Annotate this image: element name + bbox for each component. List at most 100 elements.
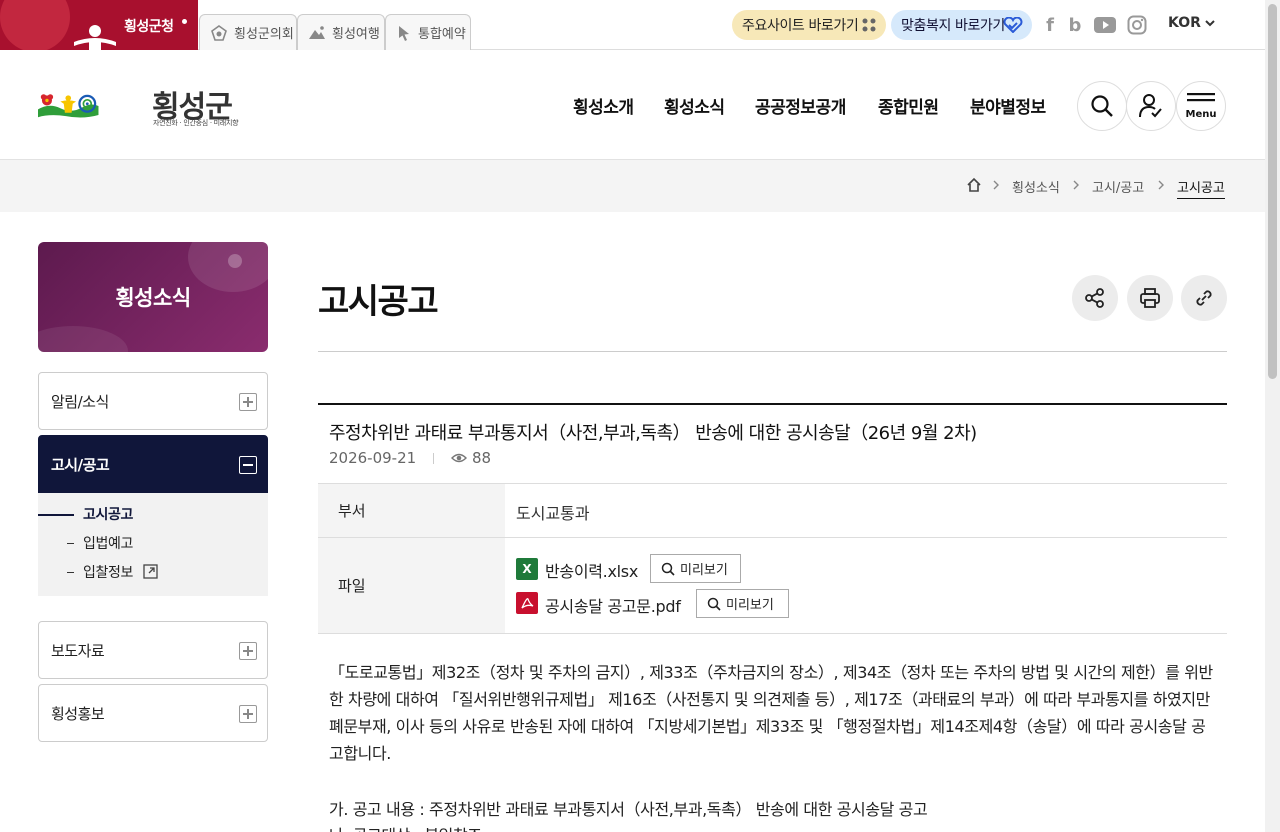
sidebar-item-notice[interactable]: 알림/소식 — [38, 372, 268, 430]
excel-file-icon: X — [516, 558, 538, 580]
breadcrumb-item[interactable]: 횡성소식 — [1012, 177, 1060, 196]
dot-icon — [182, 19, 187, 24]
active-indicator — [38, 514, 74, 516]
view-count: 88 — [472, 449, 492, 467]
post-body: 「도로교통법」제32조（정차 및 주차의 금지）, 제33조（주차금지의 장소）… — [329, 663, 1213, 763]
sidebar-submenu — [38, 493, 268, 596]
major-sites-button[interactable]: 주요사이트 바로가기 — [732, 10, 886, 40]
file-link-pdf[interactable]: 공시송달 공고문.pdf — [545, 593, 681, 617]
search-icon — [707, 597, 721, 611]
heart-check-icon — [1003, 17, 1023, 33]
preview-label: 미리보기 — [726, 598, 774, 613]
eye-icon — [451, 453, 467, 463]
nav-item-field-info[interactable]: 분야별정보 — [970, 93, 1046, 118]
chevron-right-icon — [1158, 180, 1164, 190]
sidebar-item-label: 횡성홍보 — [51, 704, 105, 723]
sidebar-item-promotion[interactable]: 횡성홍보 — [38, 684, 268, 742]
sidebar-item-announcement[interactable]: 고시/공고 — [38, 435, 268, 493]
site-tab-council[interactable]: 횡성군의회 — [199, 14, 297, 50]
copy-link-button[interactable] — [1181, 275, 1227, 321]
site-tab-travel[interactable]: 횡성여행 — [297, 14, 385, 50]
external-link-icon — [143, 564, 158, 579]
file-label: 파일 — [318, 538, 505, 633]
search-icon — [1091, 95, 1113, 117]
board-top-border — [318, 403, 1227, 405]
language-selector[interactable]: KOR — [1168, 15, 1201, 31]
post-item-b: 나. 공고대상 : 붙임참조 — [329, 822, 482, 832]
dash — [67, 543, 74, 544]
pdf-file-icon — [516, 592, 538, 614]
scrollbar-thumb[interactable] — [1268, 4, 1277, 379]
print-button[interactable] — [1127, 275, 1173, 321]
site-tab-reservation[interactable]: 통합예약 — [385, 14, 471, 50]
home-icon[interactable] — [966, 177, 982, 193]
share-button[interactable] — [1072, 275, 1118, 321]
sidebar-item-label: 고시/공고 — [51, 455, 110, 474]
breadcrumb-current[interactable]: 고시공고 — [1177, 177, 1225, 199]
nav-item-public-info[interactable]: 공공정보공개 — [755, 93, 846, 118]
sidebar-item-label: 보도자료 — [51, 641, 105, 660]
file-link-xlsx[interactable]: 반송이력.xlsx — [545, 558, 638, 582]
divider — [318, 633, 1227, 634]
blog-icon[interactable]: b — [1064, 14, 1086, 36]
mountain-icon — [309, 25, 325, 39]
flower-decoration — [0, 0, 70, 50]
nav-item-civil-service[interactable]: 종합민원 — [878, 93, 939, 118]
expand-icon[interactable] — [239, 642, 257, 660]
chevron-down-icon[interactable] — [1205, 18, 1215, 28]
dept-label: 부서 — [318, 484, 505, 537]
council-icon — [211, 24, 227, 41]
user-check-icon — [1139, 94, 1162, 118]
dash — [67, 572, 74, 573]
all-menu-button[interactable]: Menu — [1176, 81, 1226, 131]
expand-icon[interactable] — [239, 705, 257, 723]
top-bar: 횡성군청 횡성군의회 횡성여행 통합예약 주요사이트 바로가기 맞춤복지 바로가… — [0, 0, 1265, 50]
grid-dots-icon — [862, 18, 876, 32]
divider — [318, 351, 1227, 352]
preview-button-pdf[interactable]: 미리보기 — [696, 589, 789, 618]
facebook-icon[interactable]: f — [1039, 14, 1061, 36]
site-tab-label: 통합예약 — [418, 27, 466, 42]
print-icon — [1140, 288, 1160, 308]
sidebar-title: 횡성소식 — [115, 286, 191, 310]
post-date: 2026-09-21 — [329, 449, 417, 467]
welfare-label: 맞춤복지 바로가기 — [901, 18, 1005, 34]
chevron-right-icon — [1073, 180, 1079, 190]
site-tab-label: 횡성여행 — [332, 27, 380, 42]
sidebar-item-label: 알림/소식 — [51, 392, 109, 411]
sidebar-title-banner: 횡성소식 — [38, 242, 268, 352]
sidebar-sub-item-announcement[interactable]: 고시공고 — [83, 504, 133, 524]
site-tab-label: 횡성군의회 — [234, 27, 294, 42]
site-tab-main-label: 횡성군청 — [124, 19, 174, 35]
nav-item-news[interactable]: 횡성소식 — [664, 93, 725, 118]
chevron-right-icon — [993, 180, 999, 190]
page-title: 고시공고 — [318, 282, 439, 322]
sidebar-sub-item-legislation[interactable]: 입법예고 — [83, 533, 133, 553]
sidebar-sub-item-bidding[interactable]: 입찰정보 — [83, 562, 133, 582]
welfare-button[interactable]: 맞춤복지 바로가기 — [891, 10, 1032, 40]
hamburger-icon — [1187, 92, 1215, 101]
mascot-figure-icon — [74, 25, 116, 50]
login-button[interactable] — [1126, 81, 1176, 131]
preview-button-xlsx[interactable]: 미리보기 — [650, 554, 741, 583]
sidebar-item-press[interactable]: 보도자료 — [38, 621, 268, 679]
youtube-icon[interactable] — [1094, 14, 1116, 36]
nav-item-about[interactable]: 횡성소개 — [573, 93, 634, 118]
menu-label: Menu — [1185, 108, 1217, 120]
search-icon — [661, 562, 675, 576]
divider — [433, 453, 434, 464]
preview-label: 미리보기 — [680, 563, 728, 578]
share-icon — [1085, 288, 1104, 308]
instagram-icon[interactable] — [1126, 14, 1148, 36]
collapse-icon[interactable] — [239, 456, 257, 474]
dept-value: 도시교통과 — [516, 504, 590, 523]
post-item-a: 가. 공고 내용 : 주정차위반 과태료 부과통지서（사전,부과,독촉） 반송에… — [329, 800, 928, 819]
expand-icon[interactable] — [239, 393, 257, 411]
major-sites-label: 주요사이트 바로가기 — [742, 18, 859, 34]
logo-emblem[interactable] — [38, 82, 150, 130]
search-button[interactable] — [1077, 81, 1127, 131]
breadcrumb-item[interactable]: 고시/공고 — [1092, 177, 1144, 196]
site-tab-main[interactable]: 횡성군청 — [0, 0, 198, 50]
post-title: 주정차위반 과태료 부과통지서（사전,부과,독촉） 반송에 대한 공시송달（26… — [329, 423, 977, 444]
cursor-icon — [399, 25, 409, 41]
